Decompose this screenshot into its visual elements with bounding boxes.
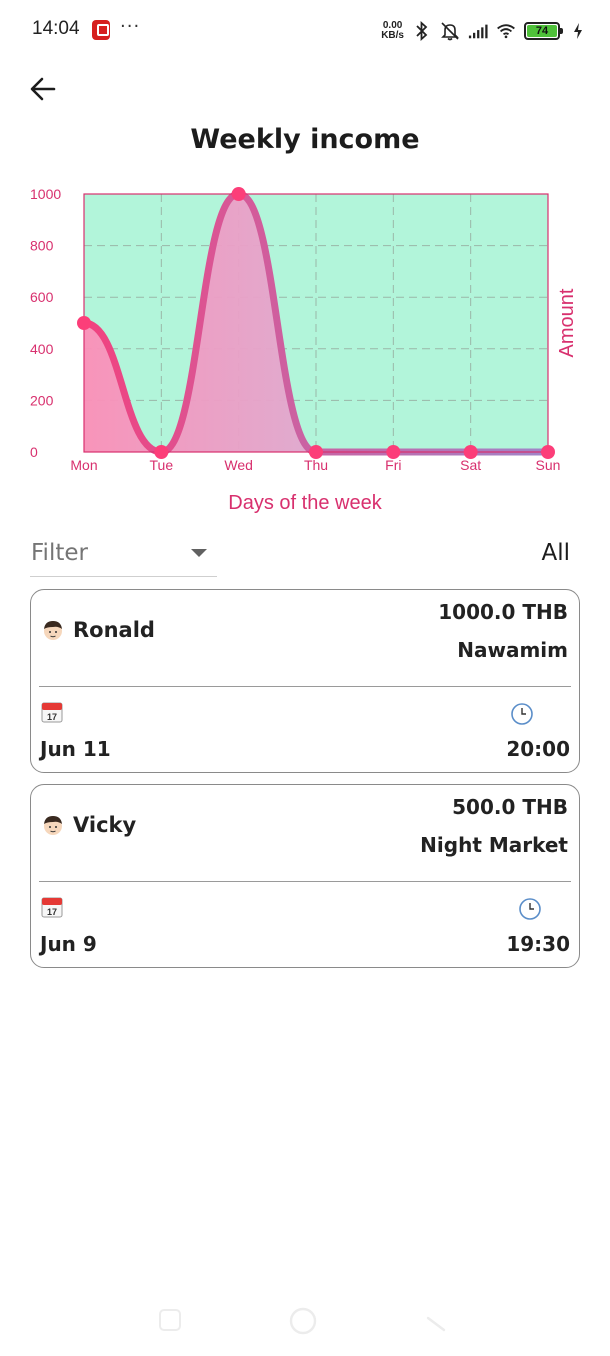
y-tick-label: 400 — [30, 341, 54, 357]
y-tick-label: 600 — [30, 289, 54, 305]
calendar-icon: 17 — [41, 702, 63, 723]
app-notification-icon — [92, 20, 110, 40]
chart-title: Weekly income — [190, 124, 420, 155]
y-tick-label: 1000 — [30, 186, 61, 202]
network-speed-unit: KB/s — [381, 30, 404, 41]
plot-background — [84, 194, 548, 452]
y-axis-title: Amount — [556, 288, 578, 357]
payer-name: Vicky — [41, 813, 136, 837]
x-tick-label: Tue — [150, 457, 174, 473]
more-notifications-icon: ··· — [120, 16, 141, 37]
data-point — [231, 187, 246, 201]
network-speed: 0.00 KB/s — [381, 21, 404, 41]
transaction-date: Jun 11 — [40, 737, 111, 761]
x-axis-title: Days of the week — [228, 492, 382, 514]
calendar-icon-day: 17 — [47, 907, 57, 917]
clock-icon — [519, 898, 541, 920]
x-tick-label: Mon — [70, 457, 97, 473]
transaction-time: 19:30 — [506, 932, 570, 956]
transaction-time: 20:00 — [506, 737, 570, 761]
transaction-card[interactable]: Vicky 500.0 THB Night Market 17 Jun 9 19… — [30, 784, 580, 968]
home-button[interactable] — [289, 1307, 317, 1335]
y-tick-label: 200 — [30, 392, 54, 408]
filter-label: Filter — [31, 540, 88, 566]
y-tick-label: 0 — [30, 444, 38, 460]
back-nav-button[interactable] — [426, 1316, 446, 1332]
signal-icon — [468, 21, 488, 41]
transaction-amount: 500.0 THB — [452, 795, 568, 819]
data-point — [77, 316, 91, 330]
transaction-date: Jun 9 — [40, 932, 97, 956]
y-tick-label: 800 — [30, 238, 54, 254]
payer-name-text: Vicky — [73, 813, 137, 837]
person-icon — [44, 621, 62, 640]
wifi-icon — [496, 21, 516, 41]
payer-name-text: Ronald — [73, 618, 155, 642]
weekly-income-chart: 0 200 400 600 800 1000 Mon Tue Wed Thu Fri Sat Sun Da… — [30, 186, 578, 514]
transaction-place: Nawamim — [457, 638, 568, 662]
payer-name: Ronald — [41, 618, 155, 642]
x-tick-label: Wed — [224, 457, 253, 473]
calendar-icon: 17 — [41, 897, 63, 918]
recent-apps-button[interactable] — [159, 1309, 181, 1331]
charging-icon — [568, 21, 588, 41]
calendar-icon-day: 17 — [47, 712, 57, 722]
status-time: 14:04 — [32, 18, 80, 39]
clock-icon — [511, 703, 533, 725]
x-tick-label: Sat — [460, 457, 481, 473]
system-nav-bar — [0, 1296, 610, 1356]
filter-dropdown[interactable]: Filter — [30, 530, 217, 577]
x-tick-label: Fri — [385, 457, 401, 473]
arrow-left-icon — [30, 77, 56, 101]
x-tick-label: Thu — [304, 457, 328, 473]
transaction-amount: 1000.0 THB — [438, 600, 568, 624]
battery-level: 74 — [527, 25, 557, 37]
transaction-place: Night Market — [420, 833, 568, 857]
battery-icon: 74 — [524, 22, 563, 40]
person-icon — [44, 816, 62, 835]
back-button[interactable] — [26, 72, 60, 106]
transaction-card[interactable]: Ronald 1000.0 THB Nawamim 17 Jun 11 20:0… — [30, 589, 580, 773]
bluetooth-icon — [412, 21, 432, 41]
status-bar: 14:04 ··· 0.00 KB/s 74 — [0, 0, 610, 62]
dropdown-arrow-icon — [191, 549, 207, 557]
bell-muted-icon — [440, 21, 460, 41]
filter-value: All — [541, 540, 570, 566]
x-tick-label: Sun — [536, 457, 561, 473]
